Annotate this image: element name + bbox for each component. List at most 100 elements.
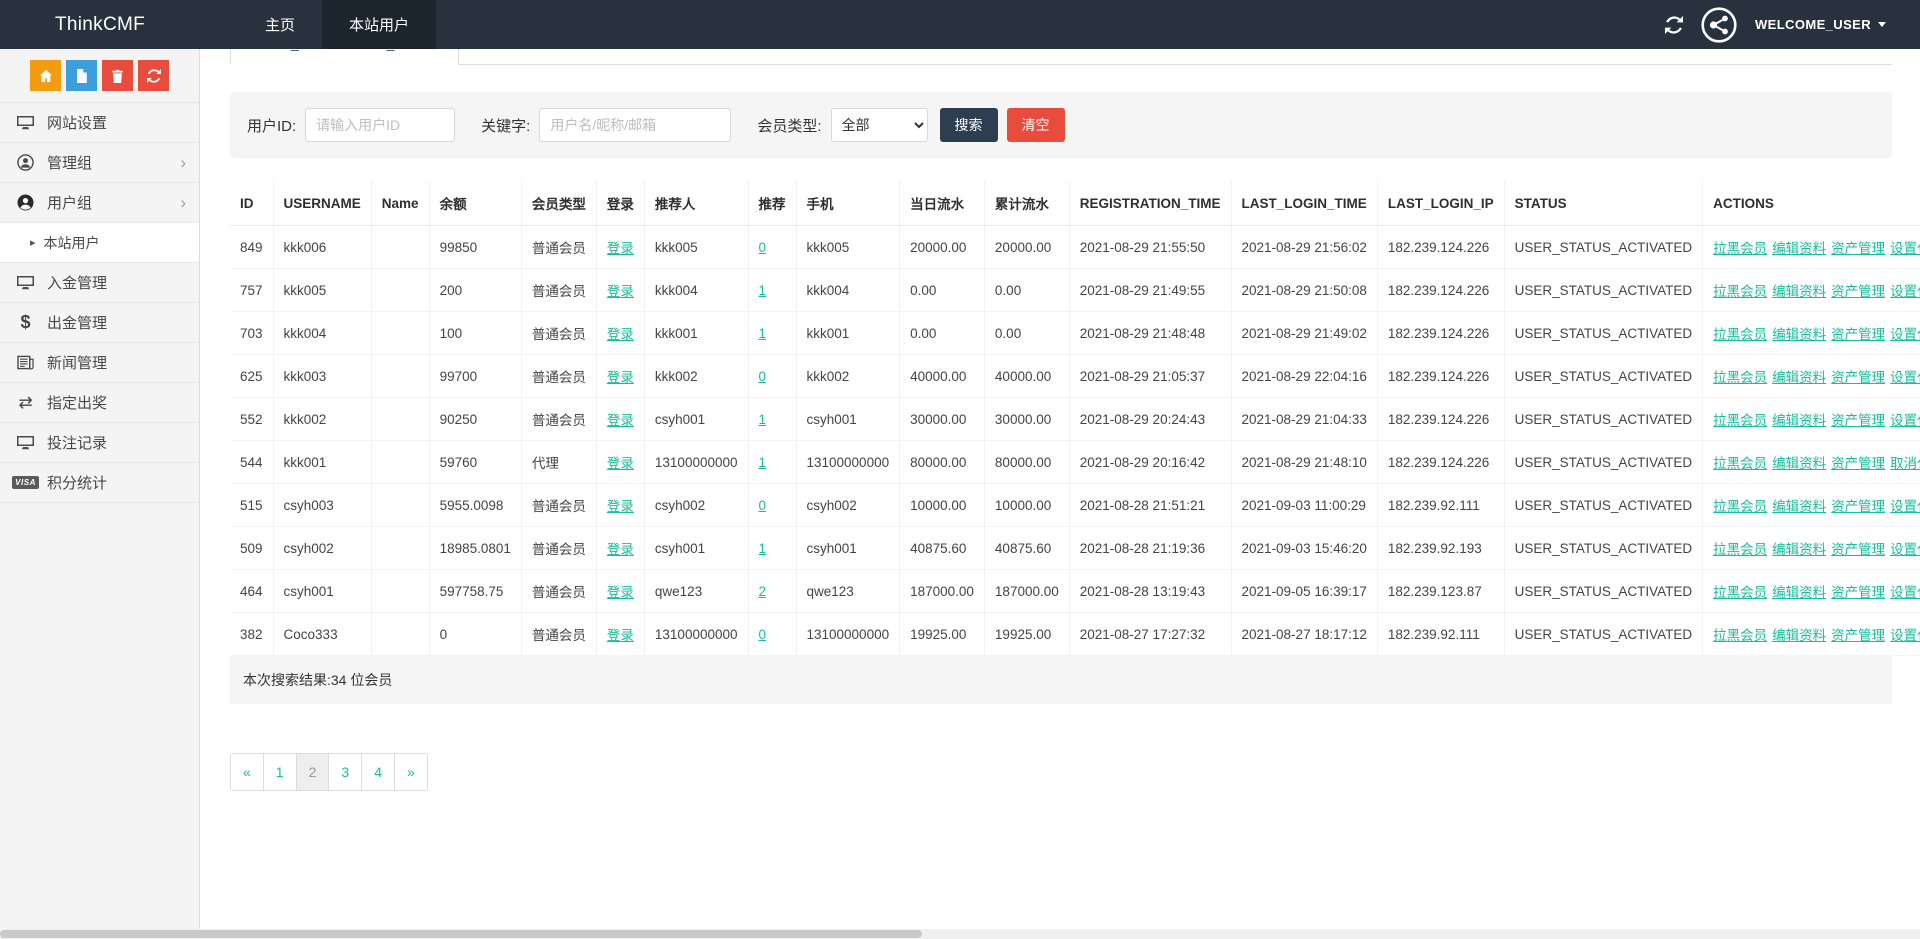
login-link[interactable]: 登录 [607,370,634,385]
keyword-input[interactable] [539,108,731,142]
action-link[interactable]: 设置代理 [1890,284,1920,299]
referral-count-link[interactable]: 1 [759,283,767,298]
table-row: 849kkk00699850普通会员登录kkk0050kkk00520000.0… [230,226,1920,269]
horizontal-scrollbar[interactable] [0,929,1920,939]
sidebar-item-user-group[interactable]: 用户组› [0,183,199,223]
action-link[interactable]: 编辑资料 [1772,499,1826,514]
page-button-3[interactable]: 3 [328,753,362,791]
referral-count-link[interactable]: 0 [759,498,767,513]
page-button-4[interactable]: 4 [361,753,395,791]
login-link[interactable]: 登录 [607,327,634,342]
action-link[interactable]: 设置代理 [1890,241,1920,256]
action-link[interactable]: 资产管理 [1831,370,1885,385]
table-cell: 代理 [521,441,596,484]
page-button-»[interactable]: » [394,753,428,791]
sidebar-item-news-management[interactable]: 新闻管理 [0,343,199,383]
sidebar-item-site-settings[interactable]: 网站设置 [0,103,199,143]
action-link[interactable]: 资产管理 [1831,413,1885,428]
referral-count-link[interactable]: 1 [759,326,767,341]
user-id-input[interactable] [305,108,455,142]
page-button-2[interactable]: 2 [296,753,330,791]
avatar[interactable] [1701,7,1737,43]
user-menu[interactable]: WELCOME_USER [1755,17,1886,32]
action-link[interactable]: 资产管理 [1831,327,1885,342]
referral-count-link[interactable]: 0 [759,240,767,255]
action-link[interactable]: 设置代理 [1890,327,1920,342]
table-cell: 80000.00 [900,441,985,484]
action-link[interactable]: 设置代理 [1890,499,1920,514]
sidebar-item-deposit-management[interactable]: 入金管理 [0,263,199,303]
action-link[interactable]: 资产管理 [1831,585,1885,600]
action-link[interactable]: 取消代理 [1890,456,1920,471]
recycle-button[interactable] [138,60,169,91]
sidebar-item-site-users[interactable]: ▸本站用户 [0,223,199,263]
clear-button[interactable]: 清空 [1007,108,1065,142]
action-link[interactable]: 编辑资料 [1772,585,1826,600]
action-link[interactable]: 资产管理 [1831,241,1885,256]
table-cell: 普通会员 [521,484,596,527]
login-link[interactable]: 登录 [607,284,634,299]
topnav-tab-home[interactable]: 主页 [238,0,322,49]
action-link[interactable]: 设置代理 [1890,413,1920,428]
login-link[interactable]: 登录 [607,456,634,471]
trash-button[interactable] [102,60,133,91]
action-link[interactable]: 资产管理 [1831,499,1885,514]
action-link[interactable]: 拉黑会员 [1713,456,1767,471]
action-link[interactable]: 编辑资料 [1772,628,1826,643]
action-link[interactable]: 资产管理 [1831,456,1885,471]
sidebar-item-assign-prize[interactable]: ⇄指定出奖 [0,383,199,423]
action-link[interactable]: 资产管理 [1831,542,1885,557]
login-link[interactable]: 登录 [607,413,634,428]
action-link[interactable]: 设置代理 [1890,628,1920,643]
action-link[interactable]: 编辑资料 [1772,284,1826,299]
referral-count-link[interactable]: 1 [759,412,767,427]
action-link[interactable]: 拉黑会员 [1713,499,1767,514]
action-link[interactable]: 编辑资料 [1772,413,1826,428]
login-link[interactable]: 登录 [607,499,634,514]
action-link[interactable]: 资产管理 [1831,628,1885,643]
action-link[interactable]: 设置代理 [1890,370,1920,385]
sidebar-item-bet-records[interactable]: 投注记录 [0,423,199,463]
action-link[interactable]: 拉黑会员 [1713,327,1767,342]
action-link[interactable]: 拉黑会员 [1713,241,1767,256]
sidebar-item-points-stats[interactable]: VISA积分统计 [0,463,199,503]
page-button-«[interactable]: « [230,753,264,791]
referral-count-link[interactable]: 2 [759,584,767,599]
action-link[interactable]: 拉黑会员 [1713,413,1767,428]
login-link[interactable]: 登录 [607,585,634,600]
referral-count-link[interactable]: 1 [759,455,767,470]
action-link[interactable]: 设置代理 [1890,585,1920,600]
action-link[interactable]: 设置代理 [1890,542,1920,557]
action-link[interactable]: 编辑资料 [1772,241,1826,256]
action-link[interactable]: 编辑资料 [1772,327,1826,342]
scrollbar-thumb[interactable] [0,930,922,938]
referral-count-link[interactable]: 0 [759,369,767,384]
action-link[interactable]: 编辑资料 [1772,456,1826,471]
referral-count-link[interactable]: 0 [759,627,767,642]
search-button[interactable]: 搜索 [940,108,998,142]
table-cell: 登录 [596,226,644,269]
member-type-select[interactable]: 全部 [831,108,928,142]
sidebar-item-withdraw-management[interactable]: $出金管理 [0,303,199,343]
home-button[interactable] [30,60,61,91]
login-link[interactable]: 登录 [607,542,634,557]
actions-cell: 拉黑会员编辑资料资产管理设置代理 [1703,269,1920,312]
file-button[interactable] [66,60,97,91]
action-link[interactable]: 资产管理 [1831,284,1885,299]
login-link[interactable]: 登录 [607,241,634,256]
action-link[interactable]: 拉黑会员 [1713,370,1767,385]
action-link[interactable]: 编辑资料 [1772,370,1826,385]
topnav-tab-site-users[interactable]: 本站用户 [322,0,436,49]
referral-count-link[interactable]: 1 [759,541,767,556]
refresh-icon[interactable] [1665,16,1683,34]
action-link[interactable]: 拉黑会员 [1713,628,1767,643]
action-link[interactable]: 编辑资料 [1772,542,1826,557]
sidebar-item-admin-group[interactable]: 管理组› [0,143,199,183]
action-link[interactable]: 拉黑会员 [1713,542,1767,557]
page-button-1[interactable]: 1 [263,753,297,791]
brand-logo[interactable]: ThinkCMF [0,0,200,49]
login-link[interactable]: 登录 [607,628,634,643]
action-link[interactable]: 拉黑会员 [1713,284,1767,299]
action-link[interactable]: 拉黑会员 [1713,585,1767,600]
sidebar-item-label: 指定出奖 [47,392,107,413]
